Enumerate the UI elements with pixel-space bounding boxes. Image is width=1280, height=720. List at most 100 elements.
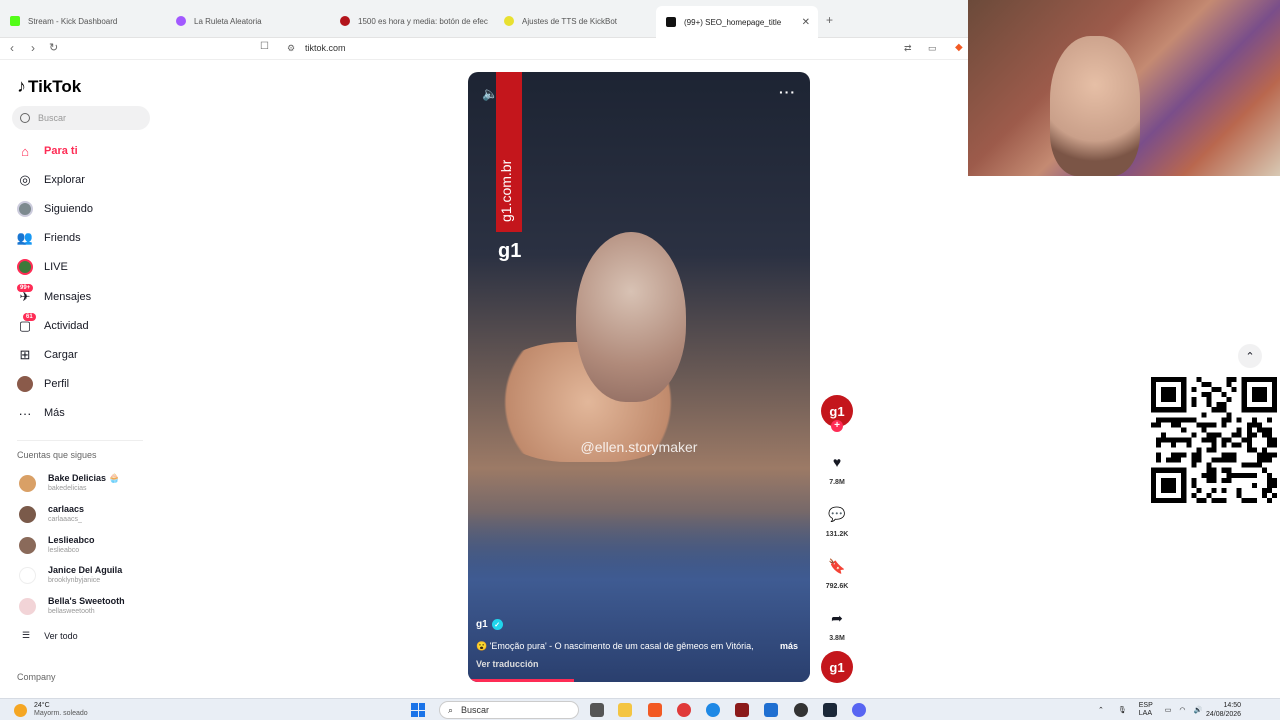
avatar: [19, 536, 36, 554]
nav-explorar[interactable]: ◎ Explorar: [17, 169, 85, 191]
tray-chevron-icon[interactable]: ⌃: [1098, 706, 1104, 714]
windows-start-icon[interactable]: [411, 703, 425, 717]
account-handle: bakedelicias: [48, 485, 87, 492]
browser-tab-active[interactable]: (99+) SEO_homepage_title ✕: [656, 6, 818, 38]
volume-icon[interactable]: 🔊: [1194, 706, 1203, 714]
see-all-link[interactable]: ☰ Ver todo: [22, 630, 78, 641]
tiktok-logo[interactable]: ♪ TikTok: [17, 76, 81, 97]
file-explorer-icon[interactable]: [618, 703, 632, 717]
more-options-icon[interactable]: ···: [779, 84, 796, 100]
search-placeholder: Buscar: [38, 113, 67, 123]
search-input[interactable]: Buscar: [12, 106, 150, 130]
nav-para-ti[interactable]: ⌂ Para ti: [17, 140, 78, 162]
followed-account[interactable]: carlaacs carlaaacs_: [19, 504, 84, 524]
reload-icon[interactable]: ↻: [49, 41, 58, 54]
nav-actividad[interactable]: ▢ 61 Actividad: [17, 313, 89, 337]
following-section-title: Cuentas que sigues: [17, 450, 97, 460]
nav-mas[interactable]: ··· Más: [17, 402, 65, 424]
sound-avatar[interactable]: g1: [818, 651, 856, 683]
creator-avatar[interactable]: g1 +: [818, 395, 856, 432]
wifi-icon[interactable]: ◠: [1179, 706, 1185, 714]
follow-plus-icon[interactable]: +: [831, 420, 843, 432]
volume-icon[interactable]: 🔈: [482, 86, 498, 102]
like-button[interactable]: ♥ 7.8M: [818, 447, 856, 486]
clock[interactable]: 14:50 24/08/2026: [1206, 701, 1241, 719]
avatar: [19, 505, 36, 523]
forward-icon[interactable]: ›: [31, 41, 35, 55]
nav-friends[interactable]: 👥 Friends: [17, 227, 81, 249]
followed-account[interactable]: Janice Del Aguila brooklynbyjanice: [19, 565, 122, 585]
account-handle: brooklynbyjanice: [48, 577, 101, 584]
followed-account[interactable]: Leslieabco leslieabco: [19, 535, 95, 555]
followed-account[interactable]: Bella's Sweetooth bellasweetooth: [19, 596, 125, 616]
avatar: g1: [821, 651, 853, 683]
streamer-figure: [1050, 36, 1140, 176]
followed-account[interactable]: Bake Delicias 🧁 bakedelicias: [19, 473, 120, 493]
browser-tab[interactable]: Ajustes de TTS de KickBot: [494, 8, 654, 34]
taskbar-search[interactable]: ⌕ Buscar: [439, 701, 579, 719]
opera-icon[interactable]: [677, 703, 691, 717]
close-tab-icon[interactable]: ✕: [802, 17, 810, 28]
weather-text: Mayorm. soleado: [34, 710, 88, 717]
display-icon[interactable]: ▭: [1165, 706, 1172, 714]
translate-icon[interactable]: ⇄: [904, 43, 912, 54]
nav-perfil[interactable]: Perfil: [17, 373, 69, 395]
nav-label: Más: [44, 407, 65, 419]
steam-icon[interactable]: [823, 703, 837, 717]
nav-live[interactable]: LIVE: [17, 256, 68, 278]
tab-favicon-icon: [666, 17, 676, 27]
scroll-up-button[interactable]: ⌃: [1238, 344, 1262, 368]
bookmark-icon[interactable]: ☐: [260, 41, 269, 52]
company-link[interactable]: Company: [17, 672, 56, 682]
video-watermark: @ellen.storymaker: [580, 439, 698, 455]
brave-shield-icon[interactable]: ◆: [955, 42, 963, 53]
discord-icon[interactable]: [852, 703, 866, 717]
save-count: 792.6K: [825, 583, 849, 590]
avatar: [19, 566, 36, 584]
new-tab-button[interactable]: +: [826, 13, 833, 27]
tab-label: La Ruleta Aleatoria: [194, 16, 262, 26]
obs-icon[interactable]: [794, 703, 808, 717]
video-player[interactable]: g1.com.br g1 @ellen.storymaker 🔈 ··· g1 ✓…: [468, 72, 810, 682]
save-button[interactable]: 🔖 792.6K: [818, 551, 856, 591]
url-field[interactable]: tiktok.com: [305, 43, 346, 53]
site-info-icon[interactable]: ⚙: [287, 43, 295, 54]
browser-tab[interactable]: Stream - Kick Dashboard: [0, 8, 170, 34]
lang-top: ESP: [1138, 702, 1153, 709]
comment-button[interactable]: 💬 131.2K: [818, 499, 856, 539]
browser-tab[interactable]: La Ruleta Aleatoria: [166, 8, 336, 34]
nav-label: Actividad: [44, 320, 89, 332]
nav-label: LIVE: [44, 261, 68, 273]
language-indicator[interactable]: ESP LAA: [1139, 702, 1153, 718]
microphone-icon[interactable]: 🎙: [1118, 706, 1127, 714]
messages-icon: ✈ 99+: [17, 284, 34, 305]
store-icon[interactable]: [764, 703, 778, 717]
nav-mensajes[interactable]: ✈ 99+ Mensajes: [17, 284, 91, 308]
video-author[interactable]: g1 ✓: [476, 619, 503, 630]
translate-link[interactable]: Ver traducción: [476, 659, 539, 669]
search-icon: [20, 113, 30, 123]
cast-icon[interactable]: ▭: [928, 43, 937, 54]
taskbar-search-label: Buscar: [461, 705, 490, 715]
profile-icon: [17, 376, 33, 392]
nav-label: Explorar: [44, 174, 85, 186]
activity-badge: 61: [23, 313, 36, 321]
compass-icon: ◎: [19, 172, 31, 187]
nav-cargar[interactable]: ⊞ Cargar: [17, 344, 78, 366]
video-progress-bar[interactable]: [468, 679, 575, 682]
task-view-icon[interactable]: [590, 703, 604, 717]
browser-tab[interactable]: 1500 es hora y media: botón de efec: [330, 8, 500, 34]
app-icon[interactable]: [735, 703, 749, 717]
caption-more-button[interactable]: más: [780, 641, 798, 651]
edge-icon[interactable]: [706, 703, 720, 717]
avatar-text: g1: [829, 659, 845, 675]
share-button[interactable]: ➦ 3.8M: [818, 603, 856, 643]
weather-widget[interactable]: 24°C Mayorm. soleado: [14, 702, 88, 718]
address-bar: ‹ › ↻ ☐ ⚙ tiktok.com ⇄ ▭ ◆: [0, 38, 968, 60]
account-name: Janice Del Aguila: [48, 565, 123, 575]
like-count: 7.8M: [829, 479, 845, 486]
nav-siguiendo[interactable]: Siguiendo: [17, 198, 93, 220]
brave-browser-icon[interactable]: [648, 703, 662, 717]
account-name: Bella's Sweetooth: [48, 596, 125, 606]
back-icon[interactable]: ‹: [10, 41, 14, 55]
